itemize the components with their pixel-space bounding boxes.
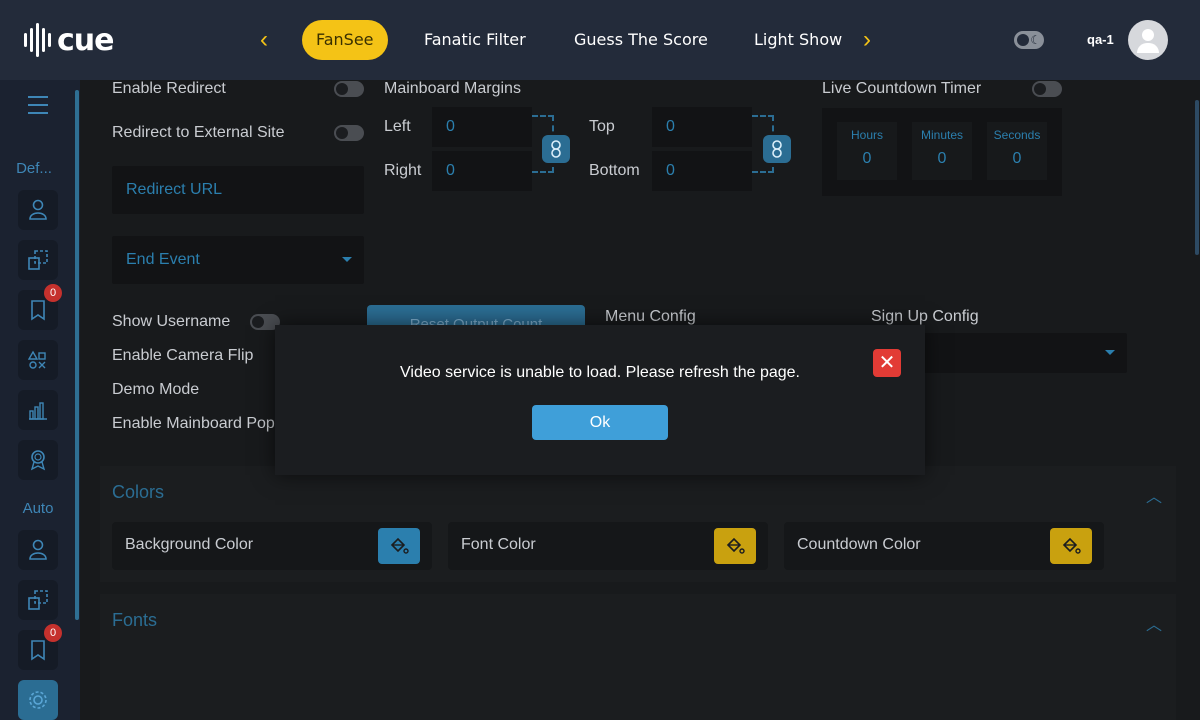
- collapse-chevron-icon[interactable]: ︿: [1146, 483, 1162, 506]
- demo-mode-label: Demo Mode: [112, 381, 200, 398]
- user-icon[interactable]: [18, 530, 58, 570]
- copy-icon[interactable]: [18, 240, 58, 280]
- avatar-body: [1137, 43, 1159, 53]
- error-dialog: Video service is unable to load. Please …: [275, 325, 925, 475]
- end-event-select[interactable]: End Event: [112, 236, 364, 284]
- ribbon-icon[interactable]: 0: [18, 284, 62, 330]
- toggle-knob: [1017, 34, 1029, 46]
- close-icon[interactable]: ✕: [873, 349, 901, 377]
- hamburger-menu-icon[interactable]: [28, 96, 48, 114]
- fonts-panel-title[interactable]: Fonts: [112, 610, 157, 631]
- sidebar-scrollbar[interactable]: [75, 90, 79, 620]
- minutes-label: Minutes: [920, 128, 964, 142]
- sidebar-section-default[interactable]: Def...: [0, 160, 72, 177]
- avatar[interactable]: [1128, 20, 1168, 60]
- tab-light-show[interactable]: Light Show: [754, 20, 842, 60]
- enable-redirect-label: Enable Redirect: [112, 80, 226, 97]
- hours-cell[interactable]: Hours 0: [837, 122, 897, 180]
- right-margin-label: Right: [384, 162, 422, 179]
- moon-icon: ☾: [1030, 33, 1041, 47]
- copy-icon[interactable]: [18, 580, 58, 620]
- hours-value: 0: [862, 150, 872, 167]
- minutes-value: 0: [937, 150, 947, 167]
- cue-logo[interactable]: cue: [24, 22, 114, 58]
- countdown-color-card: Countdown Color: [784, 522, 1104, 570]
- redirect-external-label: Redirect to External Site: [112, 124, 285, 141]
- top-margin-input[interactable]: 0: [652, 107, 752, 147]
- link-vertical-margins-icon[interactable]: [763, 135, 791, 163]
- live-countdown-toggle[interactable]: [1032, 81, 1062, 97]
- end-event-placeholder: End Event: [126, 251, 200, 268]
- redirect-url-input[interactable]: Redirect URL: [112, 166, 364, 214]
- tab-guess-the-score[interactable]: Guess The Score: [574, 20, 708, 60]
- tab-fansee[interactable]: FanSee: [302, 20, 388, 60]
- ribbon-badge: 0: [44, 624, 62, 642]
- mainboard-margins-label: Mainboard Margins: [384, 80, 521, 97]
- seconds-label: Seconds: [993, 128, 1041, 142]
- ok-button[interactable]: Ok: [532, 405, 668, 440]
- background-color-label: Background Color: [125, 536, 254, 553]
- dropdown-caret-icon: [342, 257, 352, 262]
- sidebar: Def... 0 Auto 0: [0, 80, 80, 720]
- top-navigation-bar: cue ‹ FanSee Fanatic Filter Guess The Sc…: [0, 0, 1200, 80]
- seconds-value: 0: [1012, 150, 1022, 167]
- top-margin-label: Top: [589, 118, 615, 135]
- user-icon[interactable]: [18, 190, 58, 230]
- tabs-prev-chevron-icon[interactable]: ‹: [254, 27, 274, 53]
- ribbon-badge: 0: [44, 284, 62, 302]
- seconds-cell[interactable]: Seconds 0: [987, 122, 1047, 180]
- enable-mainboard-popup-label: Enable Mainboard Pop: [112, 415, 275, 432]
- logo-text: cue: [57, 22, 114, 58]
- error-message: Video service is unable to load. Please …: [400, 364, 800, 381]
- left-margin-input[interactable]: 0: [432, 107, 532, 147]
- fonts-panel: Fonts ︿: [100, 594, 1176, 720]
- colors-panel-title[interactable]: Colors: [112, 482, 164, 503]
- shapes-icon[interactable]: [18, 340, 58, 380]
- logo-bars-icon: [24, 22, 51, 58]
- paint-bucket-icon[interactable]: [1050, 528, 1092, 564]
- background-color-card: Background Color: [112, 522, 432, 570]
- right-margin-input[interactable]: 0: [432, 151, 532, 191]
- font-color-card: Font Color: [448, 522, 768, 570]
- collapse-chevron-icon[interactable]: ︿: [1146, 611, 1162, 634]
- link-horizontal-margins-icon[interactable]: [542, 135, 570, 163]
- show-username-label: Show Username: [112, 313, 231, 330]
- ribbon-icon[interactable]: 0: [18, 624, 62, 670]
- theme-toggle[interactable]: ☾: [1014, 31, 1044, 49]
- username: qa-1: [1087, 32, 1114, 47]
- left-margin-label: Left: [384, 118, 411, 135]
- bottom-margin-input[interactable]: 0: [652, 151, 752, 191]
- minutes-cell[interactable]: Minutes 0: [912, 122, 972, 180]
- enable-redirect-toggle[interactable]: [334, 81, 364, 97]
- countdown-timer-box: Hours 0 Minutes 0 Seconds 0: [822, 108, 1062, 196]
- live-countdown-label: Live Countdown Timer: [822, 80, 982, 97]
- bar-chart-icon[interactable]: [18, 390, 58, 430]
- enable-camera-flip-label: Enable Camera Flip: [112, 347, 254, 364]
- tabs-next-chevron-icon[interactable]: ›: [857, 27, 877, 53]
- avatar-head: [1142, 29, 1154, 41]
- paint-bucket-icon[interactable]: [714, 528, 756, 564]
- award-icon[interactable]: [18, 440, 58, 480]
- sidebar-section-auto[interactable]: Auto: [0, 500, 76, 517]
- paint-bucket-icon[interactable]: [378, 528, 420, 564]
- font-color-label: Font Color: [461, 536, 536, 553]
- bottom-margin-label: Bottom: [589, 162, 640, 179]
- hours-label: Hours: [850, 128, 883, 142]
- settings-icon[interactable]: [18, 680, 58, 720]
- countdown-color-label: Countdown Color: [797, 536, 921, 553]
- menu-config-label: Menu Config: [605, 308, 696, 325]
- sign-up-config-label: Sign Up Config: [871, 308, 979, 325]
- dropdown-caret-icon: [1105, 350, 1115, 355]
- redirect-external-toggle[interactable]: [334, 125, 364, 141]
- main-scrollbar[interactable]: [1195, 100, 1199, 255]
- tab-fanatic-filter[interactable]: Fanatic Filter: [424, 20, 526, 60]
